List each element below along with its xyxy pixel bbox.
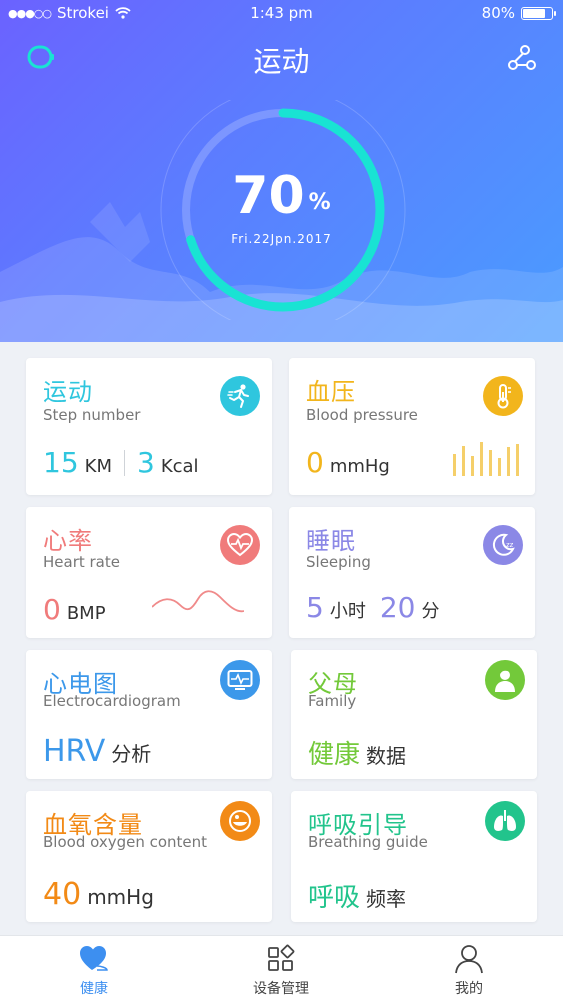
card-subtitle: Family	[308, 692, 357, 710]
user-icon	[455, 945, 483, 974]
card-title: 心率	[43, 527, 93, 555]
sleep-card[interactable]: 睡眠 Sleeping zz 5 小时 20 分	[289, 507, 535, 638]
lungs-icon	[485, 801, 525, 841]
heart-rate-unit: BMP	[66, 603, 106, 624]
calories-value: 3	[136, 446, 155, 479]
tab-health[interactable]: 健康	[34, 936, 154, 1000]
header: ●●●○○ Strokei 1:43 pm 80% 运动 70% Fri.22J…	[0, 0, 563, 342]
moon-icon: zz	[483, 525, 523, 565]
monitor-icon	[220, 660, 260, 700]
blood-oxygen-card[interactable]: 血氧含量 Blood oxygen content 40 mmHg	[26, 791, 272, 922]
pressure-bars-graphic	[453, 442, 519, 476]
sleep-hours-unit: 小时	[329, 601, 366, 622]
pressure-value: 0	[306, 446, 324, 479]
sleep-minutes-value: 20	[379, 591, 416, 624]
family-label: 数据	[366, 744, 407, 768]
card-subtitle: Blood oxygen content	[43, 833, 208, 851]
card-title: 运动	[43, 378, 93, 406]
pressure-unit: mmHg	[329, 456, 390, 477]
calories-unit: Kcal	[160, 456, 199, 477]
tab-label: 我的	[455, 981, 483, 997]
sport-card[interactable]: 运动 Step number 15 KM 3 Kcal	[26, 358, 272, 495]
heartbeat-icon	[220, 525, 260, 565]
card-subtitle: Sleeping	[306, 553, 371, 571]
heart-wave-graphic	[152, 590, 244, 613]
devices-icon	[268, 944, 295, 971]
ecg-label: 分析	[111, 742, 152, 766]
family-value: 健康	[308, 740, 361, 770]
thermometer-icon	[483, 376, 523, 416]
progress-unit: %	[308, 190, 331, 215]
sleep-minutes-unit: 分	[421, 601, 440, 622]
clock: 1:43 pm	[250, 4, 313, 22]
distance-value: 15	[43, 446, 79, 479]
card-subtitle: Breathing guide	[308, 833, 428, 851]
progress-value: 70	[232, 166, 305, 226]
family-icon	[485, 660, 525, 700]
family-card[interactable]: 父母 Family 健康 数据	[291, 650, 537, 779]
share-icon[interactable]	[507, 44, 537, 72]
sleep-hours-value: 5	[306, 591, 324, 624]
tab-label: 健康	[80, 981, 108, 997]
oxygen-unit: mmHg	[87, 885, 154, 909]
breath-value: 呼吸	[308, 883, 361, 913]
date-label: Fri.22Jpn.2017	[231, 232, 332, 246]
running-icon	[220, 376, 260, 416]
battery-icon	[521, 6, 556, 20]
cell-icon	[220, 801, 260, 841]
heart-rate-value: 0	[43, 593, 61, 626]
divider	[123, 449, 125, 476]
breathing-card[interactable]: 呼吸引导 Breathing guide 呼吸 频率	[291, 791, 537, 922]
blood-pressure-card[interactable]: 血压 Blood pressure 0 mmHg	[289, 358, 535, 495]
tab-label: 设备管理	[253, 981, 309, 997]
card-subtitle: Step number	[43, 406, 141, 424]
card-subtitle: Blood pressure	[306, 406, 418, 424]
card-subtitle: Heart rate	[43, 553, 120, 571]
breath-label: 频率	[366, 887, 407, 911]
page-title: 运动	[253, 45, 310, 78]
card-title: 血压	[306, 378, 356, 406]
card-subtitle: Electrocardiogram	[43, 692, 181, 710]
distance-unit: KM	[84, 456, 112, 477]
battery-percent: 80%	[481, 4, 515, 22]
card-title: 睡眠	[306, 527, 356, 555]
ecg-value: HRV	[43, 734, 106, 769]
heart-icon	[80, 946, 108, 971]
heart-rate-card[interactable]: 心率 Heart rate 0 BMP	[26, 507, 272, 638]
svg-text:zz: zz	[506, 541, 514, 549]
tab-devices[interactable]: 设备管理	[221, 936, 341, 1000]
status-bar: ●●●○○ Strokei 1:43 pm 80%	[0, 0, 563, 26]
oxygen-value: 40	[43, 877, 82, 912]
tab-bar: 健康 设备管理 我的	[0, 935, 563, 1000]
progress-readout: 70%	[0, 166, 563, 226]
tab-profile[interactable]: 我的	[409, 936, 529, 1000]
ecg-card[interactable]: 心电图 Electrocardiogram HRV 分析	[26, 650, 272, 779]
